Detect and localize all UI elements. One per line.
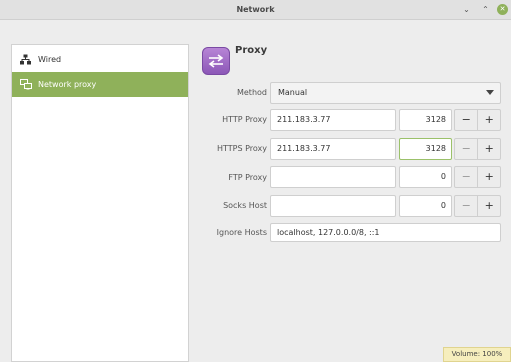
https-proxy-host-field[interactable]: 211.183.3.77 (270, 138, 396, 160)
network-wired-icon (19, 54, 32, 66)
http-proxy-port-stepper: − + (454, 109, 501, 131)
increment-button[interactable]: + (477, 167, 500, 187)
sidebar-item-label: Network proxy (38, 80, 97, 89)
socks-host-label: Socks Host (223, 201, 267, 210)
ftp-proxy-port-stepper: − + (454, 166, 501, 188)
method-value: Manual (278, 88, 308, 97)
maximize-button[interactable]: ⌃ (480, 4, 491, 15)
decrement-button[interactable]: − (455, 139, 477, 159)
increment-button[interactable]: + (477, 110, 500, 130)
socks-host-field[interactable] (270, 195, 396, 217)
sidebar-item-label: Wired (38, 55, 62, 64)
ftp-proxy-label: FTP Proxy (228, 173, 267, 182)
ftp-proxy-host-field[interactable] (270, 166, 396, 188)
decrement-button[interactable]: − (455, 167, 477, 187)
close-button[interactable]: ✕ (497, 4, 508, 15)
https-proxy-label: HTTPS Proxy (216, 144, 267, 153)
sidebar: Wired Network proxy (11, 44, 189, 362)
socks-port-field[interactable]: 0 (399, 195, 452, 217)
http-proxy-port-field[interactable]: 3128 (399, 109, 452, 131)
https-proxy-port-field[interactable]: 3128 (399, 138, 452, 160)
http-proxy-host-field[interactable]: 211.183.3.77 (270, 109, 396, 131)
decrement-button[interactable]: − (455, 196, 477, 216)
decrement-button[interactable]: − (455, 110, 477, 130)
window-title: Network (236, 5, 275, 14)
chevron-down-icon (486, 90, 494, 95)
volume-status-badge: Volume: 100% (443, 347, 511, 362)
http-proxy-label: HTTP Proxy (222, 115, 267, 124)
sidebar-item-network-proxy[interactable]: Network proxy (12, 72, 188, 97)
network-proxy-icon (19, 79, 32, 91)
proxy-app-icon (202, 47, 230, 75)
sidebar-item-wired[interactable]: Wired (12, 47, 188, 72)
section-title: Proxy (235, 45, 268, 56)
minimize-button[interactable]: ⌄ (461, 4, 472, 15)
ignore-hosts-label: Ignore Hosts (216, 228, 267, 237)
https-proxy-port-stepper: − + (454, 138, 501, 160)
ignore-hosts-field[interactable]: localhost, 127.0.0.0/8, ::1 (270, 223, 501, 242)
socks-port-stepper: − + (454, 195, 501, 217)
method-select[interactable]: Manual (270, 82, 501, 104)
title-bar: Network ⌄ ⌃ ✕ (0, 0, 511, 20)
method-label: Method (236, 88, 267, 97)
ftp-proxy-port-field[interactable]: 0 (399, 166, 452, 188)
increment-button[interactable]: + (477, 196, 500, 216)
increment-button[interactable]: + (477, 139, 500, 159)
